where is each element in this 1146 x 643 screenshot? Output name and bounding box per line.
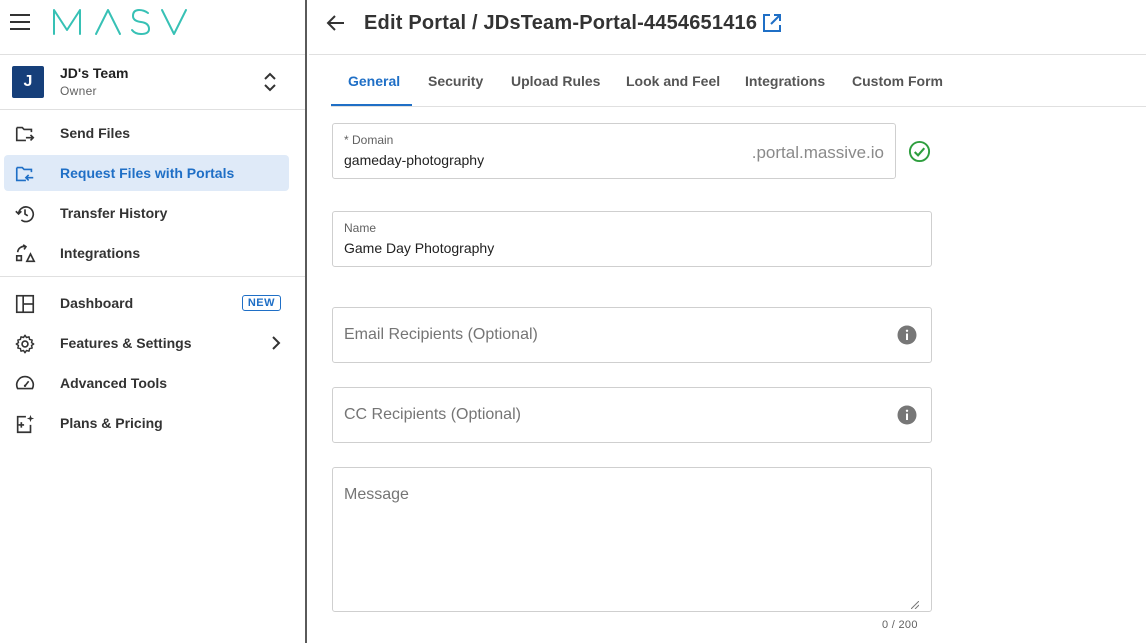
- domain-field[interactable]: * Domain .portal.massive.io: [332, 123, 896, 179]
- sidebar-item-label: Advanced Tools: [60, 375, 168, 391]
- team-name: JD's Team: [60, 65, 129, 81]
- history-icon: [15, 206, 35, 223]
- send-files-icon: [15, 126, 35, 142]
- sidebar-item-label: Dashboard: [60, 295, 134, 311]
- resize-handle-icon[interactable]: [911, 601, 919, 609]
- domain-label: * Domain: [344, 133, 394, 147]
- gear-icon: [15, 334, 35, 354]
- sidebar-divider: [0, 276, 305, 277]
- tab-bar: General Security Upload Rules Look and F…: [331, 56, 1146, 107]
- tab-integrations[interactable]: Integrations: [745, 73, 825, 89]
- message-textarea[interactable]: Message: [332, 467, 932, 612]
- page-title: Edit Portal / JDsTeam-Portal-4454651416: [364, 12, 758, 34]
- sidebar-item-label: Request Files with Portals: [60, 165, 235, 181]
- new-badge: NEW: [241, 295, 281, 311]
- chevron-right-icon: [272, 336, 281, 350]
- sidebar-item-transfer-history[interactable]: Transfer History: [4, 195, 289, 231]
- domain-input[interactable]: [344, 152, 724, 168]
- cc-recipients-placeholder: CC Recipients (Optional): [344, 406, 521, 423]
- team-switcher[interactable]: J JD's Team Owner: [0, 55, 305, 110]
- team-role: Owner: [60, 84, 97, 98]
- tab-upload-rules[interactable]: Upload Rules: [511, 73, 600, 89]
- masv-logo[interactable]: [52, 8, 188, 36]
- message-char-counter: 0 / 200: [882, 619, 918, 631]
- email-recipients-field[interactable]: Email Recipients (Optional): [332, 307, 932, 363]
- chevron-up-down-icon: [264, 72, 276, 92]
- cc-recipients-field[interactable]: CC Recipients (Optional): [332, 387, 932, 443]
- info-icon[interactable]: [897, 405, 917, 425]
- tab-general[interactable]: General: [348, 73, 400, 89]
- sidebar-item-advanced-tools[interactable]: Advanced Tools: [4, 365, 289, 401]
- sidebar-item-label: Features & Settings: [60, 335, 192, 351]
- tab-custom-form[interactable]: Custom Form: [852, 73, 943, 89]
- sidebar-item-label: Transfer History: [60, 205, 168, 221]
- tab-security[interactable]: Security: [428, 73, 483, 89]
- sidebar-item-features-settings[interactable]: Features & Settings: [4, 325, 289, 361]
- name-label: Name: [344, 221, 377, 235]
- page-header: Edit Portal / JDsTeam-Portal-4454651416: [309, 0, 1146, 55]
- gauge-icon: [15, 375, 35, 390]
- integrations-icon: [15, 244, 36, 263]
- info-icon[interactable]: [897, 325, 917, 345]
- sidebar-nav: Send Files Request Files with Portals Tr…: [0, 115, 305, 445]
- message-placeholder: Message: [344, 486, 409, 503]
- name-input[interactable]: [344, 240, 724, 256]
- sidebar: J JD's Team Owner Send Files Request Fil…: [0, 0, 307, 643]
- sidebar-header: [0, 0, 305, 55]
- sidebar-item-label: Plans & Pricing: [60, 415, 163, 431]
- sidebar-item-send-files[interactable]: Send Files: [4, 115, 289, 151]
- sidebar-item-integrations[interactable]: Integrations: [4, 235, 289, 271]
- sidebar-item-label: Send Files: [60, 125, 131, 141]
- plans-icon: [16, 414, 35, 434]
- hamburger-menu-icon[interactable]: [10, 14, 30, 30]
- tab-look-and-feel[interactable]: Look and Feel: [626, 73, 720, 89]
- sidebar-item-label: Integrations: [60, 245, 141, 261]
- domain-suffix: .portal.massive.io: [751, 143, 884, 162]
- request-files-icon: [15, 166, 34, 182]
- sidebar-item-request-files[interactable]: Request Files with Portals: [4, 155, 289, 191]
- sidebar-item-plans-pricing[interactable]: Plans & Pricing: [4, 405, 289, 441]
- sidebar-item-dashboard[interactable]: Dashboard NEW: [4, 285, 289, 321]
- external-link-icon[interactable]: [761, 12, 783, 34]
- dashboard-icon: [15, 294, 35, 314]
- team-avatar: J: [12, 66, 44, 98]
- app: J JD's Team Owner Send Files Request Fil…: [0, 0, 1146, 643]
- active-tab-indicator: [331, 104, 412, 106]
- back-arrow-icon[interactable]: [325, 12, 347, 34]
- check-circle-icon: [908, 140, 931, 163]
- name-field[interactable]: Name: [332, 211, 932, 267]
- email-recipients-placeholder: Email Recipients (Optional): [344, 326, 538, 343]
